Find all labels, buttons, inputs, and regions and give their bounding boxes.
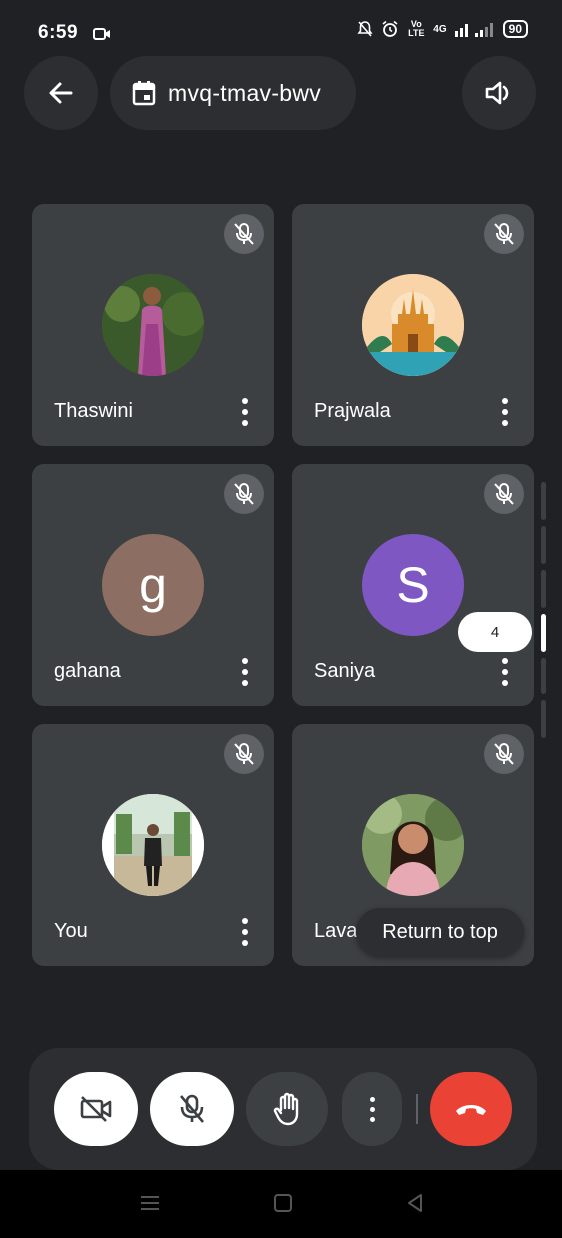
participant-name: Lava xyxy=(314,920,358,942)
avatar-letter: S xyxy=(396,557,430,613)
system-navigation-bar xyxy=(0,1170,562,1238)
mic-off-icon xyxy=(494,223,514,245)
meeting-info-button[interactable]: mvq-tmav-bwv xyxy=(110,56,356,130)
network-type-label: 4G xyxy=(433,23,447,35)
status-time: 6:59 xyxy=(38,22,79,43)
participant-name: Thaswini xyxy=(54,400,133,422)
participant-tile[interactable]: S Saniya xyxy=(292,464,534,706)
mic-off-icon xyxy=(234,483,254,505)
muted-indicator xyxy=(224,214,264,254)
participant-avatar: g xyxy=(102,534,204,636)
mic-off-icon xyxy=(234,223,254,245)
more-options-button[interactable] xyxy=(342,1072,402,1146)
mic-off-icon xyxy=(180,1094,204,1123)
participant-tile[interactable]: Prajwala xyxy=(292,204,534,446)
participant-name: Prajwala xyxy=(314,400,391,422)
participant-name: You xyxy=(54,920,88,942)
back-nav-icon[interactable] xyxy=(404,1192,426,1214)
arrow-left-icon xyxy=(49,82,73,104)
participant-menu-button[interactable] xyxy=(240,658,250,686)
back-button[interactable] xyxy=(24,56,98,130)
participant-menu-button[interactable] xyxy=(240,398,250,426)
avatar-letter: g xyxy=(139,557,167,613)
muted-indicator xyxy=(224,474,264,514)
call-controls-bar xyxy=(29,1048,537,1170)
mic-toggle-button[interactable] xyxy=(150,1072,234,1146)
page-indicator-segment xyxy=(541,700,546,738)
status-icons: Vo LTE 4G 90 xyxy=(357,20,528,38)
page-indicator-segment xyxy=(541,570,546,608)
speaker-icon xyxy=(485,81,509,105)
participant-tile[interactable]: g gahana xyxy=(32,464,274,706)
mic-off-icon xyxy=(494,743,514,765)
participant-avatar xyxy=(102,794,204,896)
participant-avatar xyxy=(362,274,464,376)
avatar-photo xyxy=(102,794,204,896)
volte-label: Vo LTE xyxy=(408,19,425,38)
calendar-icon xyxy=(132,81,156,106)
battery-indicator: 90 xyxy=(502,20,528,38)
more-vert-icon xyxy=(369,1096,375,1122)
participant-avatar xyxy=(102,274,204,376)
muted-indicator xyxy=(484,214,524,254)
end-call-button[interactable] xyxy=(430,1072,512,1146)
participant-menu-button[interactable] xyxy=(500,658,510,686)
page-indicator-current[interactable] xyxy=(541,614,546,652)
raise-hand-button[interactable] xyxy=(246,1072,328,1146)
alarm-icon xyxy=(382,20,398,37)
recents-menu-icon[interactable] xyxy=(139,1192,161,1214)
mic-off-icon xyxy=(494,483,514,505)
participant-tile-self[interactable]: You xyxy=(32,724,274,966)
screen-record-icon xyxy=(93,28,110,40)
muted-indicator xyxy=(224,734,264,774)
raise-hand-icon xyxy=(273,1092,299,1126)
participant-menu-button[interactable] xyxy=(500,398,510,426)
avatar-photo xyxy=(102,274,204,376)
camera-off-icon xyxy=(80,1096,112,1122)
participant-avatar xyxy=(362,794,464,896)
muted-indicator xyxy=(484,474,524,514)
end-call-icon xyxy=(456,1105,486,1115)
avatar-photo xyxy=(362,794,464,896)
participant-name: Saniya xyxy=(314,660,376,682)
dnd-bell-icon xyxy=(357,21,373,37)
page-indicator-segment xyxy=(541,482,546,520)
home-icon[interactable] xyxy=(272,1192,294,1214)
page-number-bubble: 4 xyxy=(458,612,532,652)
meeting-code: mvq-tmav-bwv xyxy=(168,79,322,106)
status-bar: 6:59 Vo LTE 4G 90 xyxy=(0,0,562,56)
participant-tile[interactable]: Thaswini xyxy=(32,204,274,446)
participant-menu-button[interactable] xyxy=(240,918,250,946)
return-to-top-button[interactable]: Return to top xyxy=(356,908,524,956)
page-indicator-segment xyxy=(541,658,546,694)
participant-name: gahana xyxy=(54,660,121,682)
page-indicator-segment xyxy=(541,526,546,564)
muted-indicator xyxy=(484,734,524,774)
camera-toggle-button[interactable] xyxy=(54,1072,138,1146)
meet-app: 6:59 Vo LTE 4G 90 mvq-tmav-bwv Thaswini … xyxy=(0,0,562,1170)
temple-illustration xyxy=(362,274,464,376)
signal-icon xyxy=(454,23,493,37)
audio-output-button[interactable] xyxy=(462,56,536,130)
participant-avatar: S xyxy=(362,534,464,636)
controls-divider xyxy=(416,1094,418,1124)
mic-off-icon xyxy=(234,743,254,765)
